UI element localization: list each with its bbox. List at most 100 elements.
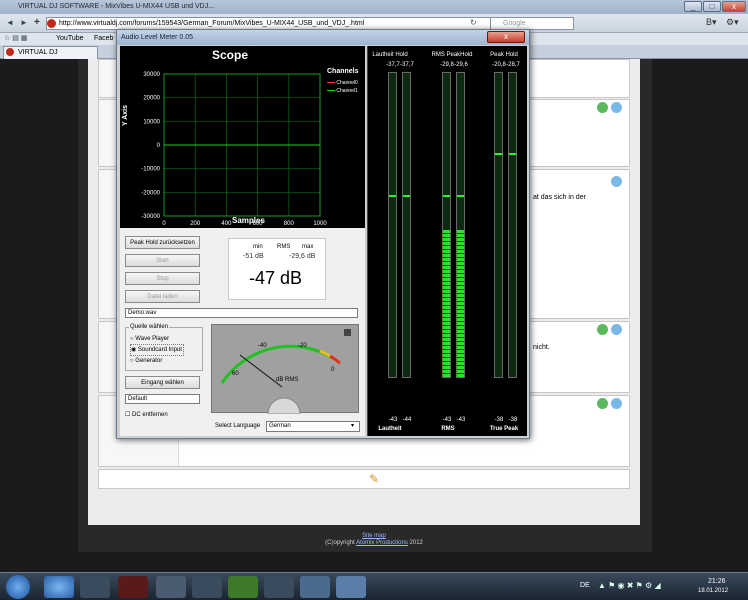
radio-wave-player[interactable]: ○ Wave Player [130, 334, 184, 344]
start-button[interactable] [6, 575, 30, 599]
legend-item-channel1: Channel1 [327, 87, 363, 95]
favorite-youtube[interactable]: YouTube [56, 33, 84, 45]
peak-hold-marker [457, 195, 464, 197]
meter-header-rms-peakhold: RMS PeakHold [431, 52, 473, 58]
y-tick-label: 30000 [143, 72, 160, 78]
y-tick-label: -30000 [141, 214, 160, 220]
site-footer: Site map (C)opyright Atomix Productions … [0, 533, 748, 547]
gauge-label-60: 60 [232, 371, 239, 377]
app-taskbar-icon[interactable] [228, 576, 258, 598]
dc-remove-checkbox[interactable]: ☐ DC entfernen [125, 411, 168, 418]
language-indicator[interactable]: DE [580, 582, 590, 589]
peak-hold-marker [389, 195, 396, 197]
level-meter-bar [494, 72, 503, 378]
level-meter-bar [402, 72, 411, 378]
peak-hold-marker [495, 153, 502, 155]
stop-button[interactable]: Stop [125, 272, 200, 285]
meter-hold-value: -37,7 [400, 62, 414, 68]
radio-soundcard-input[interactable]: ◉ Soundcard Input [130, 344, 184, 356]
back-button[interactable]: ◄ [6, 18, 20, 29]
language-select[interactable]: German ▾ [266, 421, 360, 432]
control-panel: Peak Hold zurücksetzen Start Stop Datei … [120, 228, 365, 436]
window-title: VIRTUAL DJ SOFTWARE - MixVibes U-MIX44 U… [0, 0, 748, 14]
refresh-icon[interactable]: ↻ [470, 18, 477, 27]
reply-bar: ✎ [98, 469, 630, 489]
rate-icon[interactable] [597, 398, 608, 409]
start-button[interactable]: Start [125, 254, 200, 267]
vu-meter: -40 -20 0 60 dB RMS [211, 324, 359, 415]
min-value: -51 dB [243, 253, 264, 260]
app-close-button[interactable]: x [487, 31, 525, 43]
close-button[interactable]: x [722, 1, 746, 12]
peak-hold-marker [443, 195, 450, 197]
x-tick-label: 400 [221, 221, 232, 227]
level-readout: min RMS max -51 dB -29,6 dB -47 dB [228, 238, 326, 300]
select-input-button[interactable]: Eingang wählen [125, 376, 200, 389]
sitemap-link[interactable]: Site map [362, 533, 386, 539]
page-menu-icon[interactable]: B▾ [706, 17, 717, 28]
tools-menu-icon[interactable]: ⚙▾ [726, 17, 739, 28]
app-taskbar-icon[interactable] [118, 576, 148, 598]
level-meter-bar [456, 72, 465, 378]
gauge-unit: dB RMS [276, 377, 299, 383]
app-title: Audio Level Meter 0.05 [117, 30, 529, 45]
level-meter-bar [388, 72, 397, 378]
site-favicon [47, 19, 56, 28]
file-path-field[interactable]: Demo.wav [125, 308, 358, 318]
meter-label-lautheit: Lautheit [378, 426, 402, 432]
quote-icon[interactable] [611, 398, 622, 409]
audio-level-meter-window: Audio Level Meter 0.05 x Scope 0 200 400 60… [116, 29, 530, 439]
min-label: min [253, 244, 263, 250]
edit-icon[interactable]: ✎ [369, 472, 379, 486]
y-tick-label: 10000 [143, 119, 160, 125]
minimize-button[interactable]: _ [684, 1, 702, 12]
steam-taskbar-icon[interactable] [264, 576, 294, 598]
meter-label-rms: RMS [441, 426, 455, 432]
legend-item-channel0: Channel0 [327, 79, 363, 87]
favorites-icon[interactable]: ☆ ▤ ▦ [4, 33, 27, 45]
ie-taskbar-icon[interactable] [44, 576, 74, 598]
post-text: at das sich in der [533, 194, 586, 201]
meter-current-value: -43 [456, 417, 466, 423]
favorite-facebook[interactable]: Faceb [94, 33, 113, 45]
peak-hold-reset-button[interactable]: Peak Hold zurücksetzen [125, 236, 200, 249]
level-meters-panel: Lautheit Hold RMS PeakHold Peak Hold -37… [367, 46, 527, 436]
source-options: ○ Wave Player ◉ Soundcard Input ○ Genera… [130, 334, 184, 366]
clock-time: 21:26 [708, 578, 726, 585]
x-tick-label: 0 [162, 221, 166, 227]
peak-hold-marker [403, 195, 410, 197]
rate-icon[interactable] [597, 102, 608, 113]
forward-button[interactable]: ► [20, 18, 34, 29]
maximize-button[interactable]: □ [703, 1, 721, 12]
level-meter-bar [508, 72, 517, 378]
language-label: Select Language [215, 423, 261, 429]
rms-label: RMS [277, 244, 291, 250]
meter-header-lautheit-hold: Lautheit Hold [372, 52, 408, 58]
load-file-button[interactable]: Datei laden [125, 290, 200, 303]
quote-icon[interactable] [611, 176, 622, 187]
app-taskbar-icon[interactable] [336, 576, 366, 598]
ie-taskbar-icon[interactable] [300, 576, 330, 598]
x-tick-label: 800 [284, 221, 295, 227]
tab-favicon [6, 48, 14, 56]
gauge-label-minus40: -40 [258, 343, 267, 349]
quote-icon[interactable] [611, 324, 622, 335]
tab-virtualdj[interactable]: VIRTUAL DJ SOFTWAR... [3, 46, 98, 68]
radio-generator[interactable]: ○ Generator [130, 356, 184, 366]
app-taskbar-icon[interactable] [80, 576, 110, 598]
company-link[interactable]: Atomix Productions [356, 540, 408, 546]
new-tab-button[interactable]: + [34, 17, 40, 28]
meter-current-value: -38 [508, 417, 518, 423]
y-tick-label: -20000 [141, 190, 160, 196]
app-taskbar-icon[interactable] [192, 576, 222, 598]
y-tick-label: 0 [157, 143, 161, 149]
vu-meter-dial [220, 329, 351, 415]
tray-icons[interactable]: ▲ ⚑ ◉ ✖ ⚑ ⚙ ◢ [598, 581, 661, 590]
app-taskbar-icon[interactable] [156, 576, 186, 598]
copyright-year: 2012 [409, 540, 423, 546]
input-device-field[interactable]: Default [125, 394, 200, 404]
rate-icon[interactable] [597, 324, 608, 335]
max-value: -29,6 dB [289, 253, 316, 260]
chevron-down-icon[interactable]: ▾ [351, 422, 354, 431]
quote-icon[interactable] [611, 102, 622, 113]
